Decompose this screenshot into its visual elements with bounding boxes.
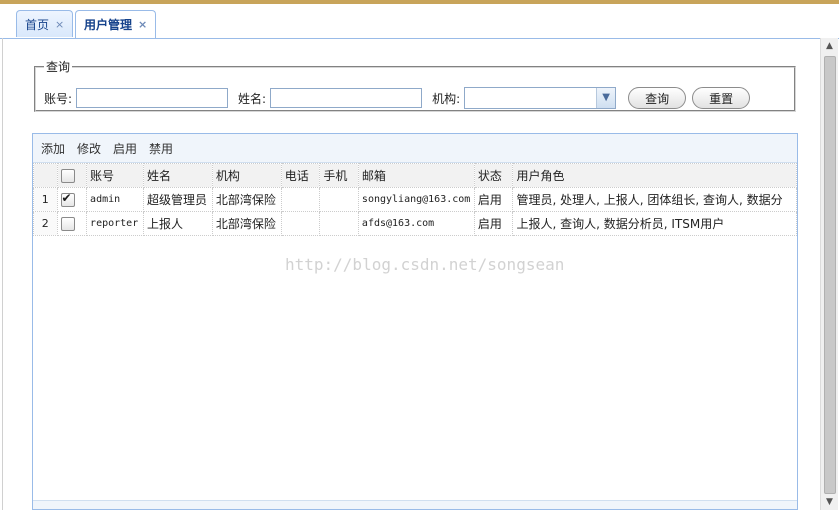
close-icon[interactable]: × bbox=[55, 18, 64, 31]
column-header[interactable]: 姓名 bbox=[142, 163, 213, 188]
column-header[interactable]: 用户角色 bbox=[512, 163, 797, 188]
tab-home[interactable]: 首页 × bbox=[16, 10, 74, 37]
watermark: http://blog.csdn.net/songsean bbox=[285, 255, 565, 274]
add-button[interactable]: 添加 bbox=[41, 140, 65, 157]
enable-button[interactable]: 启用 bbox=[113, 140, 137, 157]
search-button[interactable]: 查询 bbox=[628, 87, 687, 109]
user-table: 账号 姓名 机构 电话 手机 邮箱 状态 用户角色 1 admin 超级管理员 … bbox=[33, 163, 797, 236]
status-cell: 启用 bbox=[473, 187, 514, 212]
close-icon[interactable]: × bbox=[138, 18, 147, 31]
name-label: 姓名: bbox=[238, 91, 267, 106]
name-cell: 上报人 bbox=[142, 211, 213, 236]
user-grid: 添加 修改 启用 禁用 账号 姓名 机构 电话 手机 邮箱 状态 用户角色 1 … bbox=[32, 133, 798, 510]
select-all-checkbox[interactable] bbox=[60, 168, 75, 183]
tab-label: 用户管理 bbox=[84, 18, 133, 32]
query-legend: 查询 bbox=[46, 60, 71, 74]
grid-toolbar: 添加 修改 启用 禁用 bbox=[33, 134, 797, 163]
grid-pager bbox=[33, 500, 797, 509]
column-header[interactable]: 电话 bbox=[280, 163, 321, 188]
column-header[interactable]: 手机 bbox=[319, 163, 359, 188]
row-number: 2 bbox=[33, 211, 58, 236]
org-select[interactable]: ▼ bbox=[464, 87, 617, 109]
name-input[interactable] bbox=[270, 88, 423, 108]
email-cell: songyliang@163.com bbox=[357, 187, 475, 212]
select-all-cell[interactable] bbox=[56, 163, 88, 188]
row-number: 1 bbox=[33, 187, 58, 212]
mobile-cell bbox=[319, 187, 359, 212]
reset-button[interactable]: 重置 bbox=[692, 87, 751, 109]
phone-cell bbox=[280, 187, 321, 212]
tab-strip: 首页 × 用户管理 × bbox=[0, 4, 839, 39]
tab-label: 首页 bbox=[25, 17, 50, 32]
account-cell: reporter bbox=[86, 211, 144, 236]
vertical-scrollbar[interactable]: ▲ ▼ bbox=[820, 38, 838, 510]
org-label: 机构: bbox=[432, 91, 461, 106]
scroll-up-icon[interactable]: ▲ bbox=[821, 38, 838, 54]
scrollbar-thumb[interactable] bbox=[824, 56, 836, 494]
table-header-row: 账号 姓名 机构 电话 手机 邮箱 状态 用户角色 bbox=[33, 163, 797, 188]
table-row[interactable]: 1 admin 超级管理员 北部湾保险 songyliang@163.com 启… bbox=[33, 187, 797, 212]
row-checkbox[interactable] bbox=[60, 191, 75, 207]
account-input[interactable] bbox=[76, 88, 229, 108]
account-label: 账号: bbox=[44, 91, 73, 106]
column-header[interactable]: 机构 bbox=[211, 163, 282, 188]
roles-cell: 管理员, 处理人, 上报人, 团体组长, 查询人, 数据分 bbox=[512, 187, 797, 212]
disable-button[interactable]: 禁用 bbox=[149, 140, 173, 157]
chevron-down-icon[interactable]: ▼ bbox=[596, 88, 616, 108]
column-header[interactable]: 状态 bbox=[473, 163, 514, 188]
edit-button[interactable]: 修改 bbox=[77, 140, 101, 157]
row-select-cell[interactable] bbox=[56, 211, 88, 236]
status-cell: 启用 bbox=[473, 211, 514, 236]
column-header[interactable]: 账号 bbox=[86, 163, 144, 188]
org-cell: 北部湾保险 bbox=[211, 187, 282, 212]
account-cell: admin bbox=[86, 187, 144, 212]
row-select-cell[interactable] bbox=[56, 187, 88, 212]
row-number-header bbox=[33, 163, 58, 188]
org-cell: 北部湾保险 bbox=[211, 211, 282, 236]
phone-cell bbox=[280, 211, 321, 236]
column-header[interactable]: 邮箱 bbox=[357, 163, 475, 188]
tab-user-management[interactable]: 用户管理 × bbox=[75, 10, 157, 38]
email-cell: afds@163.com bbox=[357, 211, 475, 236]
roles-cell: 上报人, 查询人, 数据分析员, ITSM用户 bbox=[512, 211, 797, 236]
left-divider bbox=[2, 38, 3, 510]
scroll-down-icon[interactable]: ▼ bbox=[821, 494, 838, 510]
query-panel: 查询 账号: 姓名: 机构: ▼ 查询 重置 bbox=[34, 58, 796, 112]
mobile-cell bbox=[319, 211, 359, 236]
query-row: 账号: 姓名: 机构: ▼ 查询 重置 bbox=[44, 87, 751, 109]
table-row[interactable]: 2 reporter 上报人 北部湾保险 afds@163.com 启用 上报人… bbox=[33, 211, 797, 236]
name-cell: 超级管理员 bbox=[142, 187, 213, 212]
row-checkbox[interactable] bbox=[60, 216, 75, 231]
